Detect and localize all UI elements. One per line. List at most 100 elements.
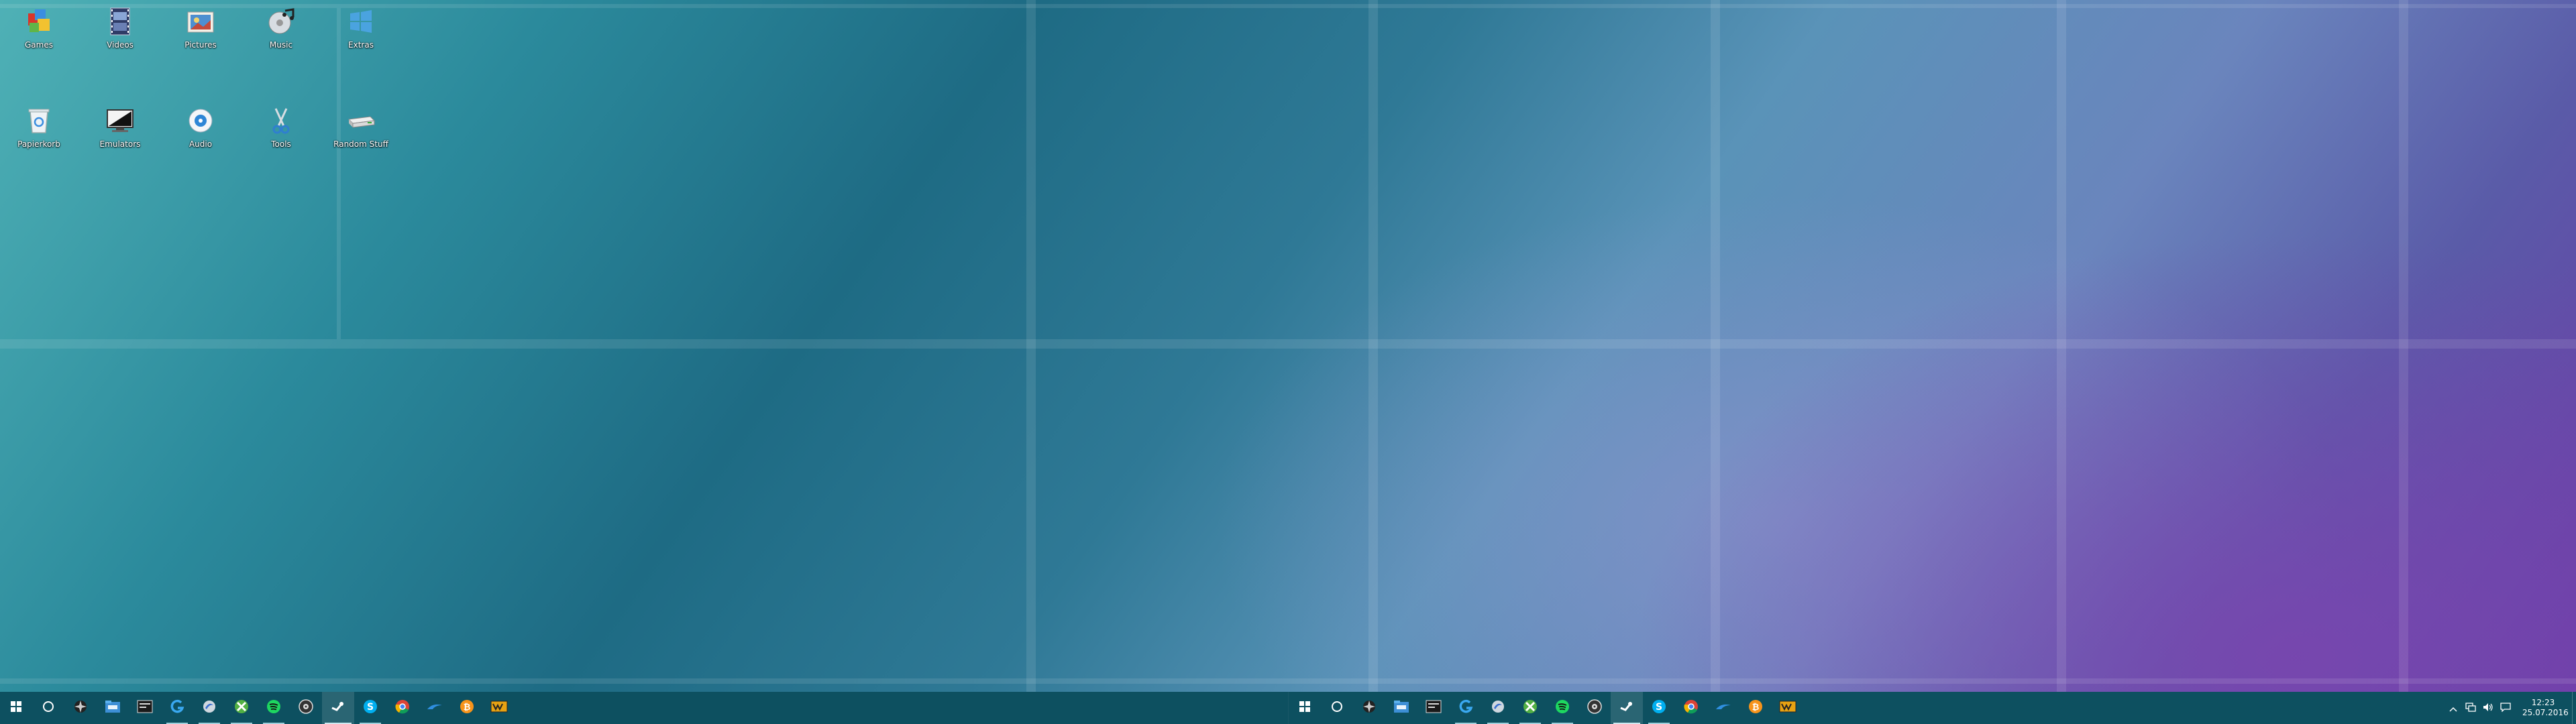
- desktop-icon-label: Games: [25, 40, 53, 50]
- wallpaper-line: [1026, 0, 1036, 692]
- trackmania-icon: [1715, 701, 1732, 715]
- taskbar-app-logitech[interactable]: [1450, 692, 1482, 724]
- desktop-icon-label: Random Stuff: [333, 139, 388, 149]
- taskbar-app-logitech[interactable]: [161, 692, 193, 724]
- taskbar-app-media-player[interactable]: [290, 692, 322, 724]
- drive-icon: [345, 105, 377, 137]
- xbox-icon: [233, 699, 250, 717]
- taskbar-app-file-explorer[interactable]: [1385, 692, 1417, 724]
- taskbar-app-swirl[interactable]: [193, 692, 225, 724]
- taskbar-app-chrome[interactable]: [386, 692, 419, 724]
- steam-icon: [1619, 699, 1635, 717]
- taskbar-app-xbox[interactable]: [225, 692, 258, 724]
- system-tray: 12:23 25.07.2016: [2445, 692, 2576, 724]
- taskbar-app-terminal[interactable]: [129, 692, 161, 724]
- volume-button[interactable]: [2479, 692, 2497, 724]
- wallpaper-line: [2057, 0, 2066, 692]
- network-button[interactable]: [2462, 692, 2479, 724]
- extras-icon: [345, 5, 377, 38]
- blender-icon: [1361, 699, 1377, 717]
- search-button[interactable]: [1321, 692, 1353, 724]
- desktop-icon-random-stuff[interactable]: Random Stuff: [330, 105, 392, 149]
- desktop-icon-emulators[interactable]: Emulators: [89, 105, 151, 149]
- desktop-icon-games[interactable]: Games: [8, 5, 70, 50]
- logitech-g-icon: [1458, 699, 1474, 717]
- bitcoin-icon: ₿: [459, 699, 475, 717]
- trackmania-icon: [426, 701, 443, 715]
- svg-text:S: S: [1656, 702, 1662, 713]
- taskbar-app-steam[interactable]: [322, 692, 354, 724]
- skype-icon: S: [1651, 699, 1667, 717]
- media-player-icon: [298, 699, 314, 717]
- taskbar-secondary: S ₿ 12:23 25.07.2016: [1288, 692, 2576, 724]
- pictures-icon: [184, 5, 217, 38]
- desktop-icon-videos[interactable]: Videos: [89, 5, 151, 50]
- search-circle-icon: [42, 701, 54, 715]
- winamp-icon: [1779, 700, 1796, 716]
- taskbar-app-swirl[interactable]: [1482, 692, 1514, 724]
- wallpaper-line: [337, 8, 341, 339]
- desktop-icon-music[interactable]: Music: [250, 5, 312, 50]
- blender-icon: [72, 699, 89, 717]
- desktop-icon-tools[interactable]: Tools: [250, 105, 312, 149]
- desktop-icon-label: Tools: [271, 139, 291, 149]
- taskbar-app-file-explorer[interactable]: [97, 692, 129, 724]
- desktop-icon-audio[interactable]: Audio: [170, 105, 231, 149]
- show-hidden-icons-button[interactable]: [2445, 692, 2462, 724]
- taskbar-app-bitcoin[interactable]: ₿: [1739, 692, 1772, 724]
- taskbar-app-trackmania[interactable]: [1707, 692, 1739, 724]
- wallpaper-line: [2399, 0, 2408, 692]
- recycle-bin-icon: [23, 105, 55, 137]
- taskbar-app-bitcoin[interactable]: ₿: [451, 692, 483, 724]
- search-button[interactable]: [32, 692, 64, 724]
- taskbar-primary: S ₿: [0, 692, 1288, 724]
- media-player-icon: [1587, 699, 1603, 717]
- wallpaper-line: [0, 339, 2576, 349]
- action-center-button[interactable]: [2497, 692, 2514, 724]
- clock[interactable]: 12:23 25.07.2016: [2514, 698, 2572, 718]
- spotify-icon: [1554, 699, 1570, 717]
- wallpaper-line: [1711, 0, 1720, 692]
- tools-icon: [265, 105, 297, 137]
- spotify-icon: [266, 699, 282, 717]
- desktop-icon-label: Extras: [348, 40, 374, 50]
- taskbar-app-steam[interactable]: [1611, 692, 1643, 724]
- swirl-app-icon: [201, 699, 217, 717]
- taskbar-app-winamp[interactable]: [483, 692, 515, 724]
- file-explorer-icon: [105, 699, 121, 717]
- taskbar-app-terminal[interactable]: [1417, 692, 1450, 724]
- volume-icon: [2483, 702, 2493, 715]
- show-desktop-button[interactable]: [2572, 692, 2576, 724]
- desktop-icon-label: Emulators: [99, 139, 141, 149]
- steam-icon: [330, 699, 346, 717]
- desktop-icon-label: Papierkorb: [17, 139, 60, 149]
- taskbar-app-skype[interactable]: S: [1643, 692, 1675, 724]
- taskbar-app-spotify[interactable]: [258, 692, 290, 724]
- search-circle-icon: [1331, 701, 1343, 715]
- start-button[interactable]: [1289, 692, 1321, 724]
- taskbar-app-skype[interactable]: S: [354, 692, 386, 724]
- taskbar-app-blender[interactable]: [64, 692, 97, 724]
- bitcoin-icon: ₿: [1748, 699, 1764, 717]
- chrome-icon: [394, 699, 411, 717]
- taskbar-app-spotify[interactable]: [1546, 692, 1578, 724]
- desktop-icon-label: Videos: [107, 40, 133, 50]
- desktop-icon-papierkorb[interactable]: Papierkorb: [8, 105, 70, 149]
- taskbar-app-xbox[interactable]: [1514, 692, 1546, 724]
- wallpaper-line: [1368, 0, 1378, 692]
- start-button[interactable]: [0, 692, 32, 724]
- xbox-icon: [1522, 699, 1538, 717]
- emulators-icon: [104, 105, 136, 137]
- skype-icon: S: [362, 699, 378, 717]
- videos-icon: [104, 5, 136, 38]
- taskbar-app-media-player[interactable]: [1578, 692, 1611, 724]
- svg-text:₿: ₿: [464, 703, 471, 713]
- taskbar-app-winamp[interactable]: [1772, 692, 1804, 724]
- taskbar-app-trackmania[interactable]: [419, 692, 451, 724]
- audio-icon: [184, 105, 217, 137]
- svg-text:₿: ₿: [1752, 703, 1760, 713]
- desktop-icon-pictures[interactable]: Pictures: [170, 5, 231, 50]
- taskbar-app-blender[interactable]: [1353, 692, 1385, 724]
- taskbar-app-chrome[interactable]: [1675, 692, 1707, 724]
- desktop-icon-extras[interactable]: Extras: [330, 5, 392, 50]
